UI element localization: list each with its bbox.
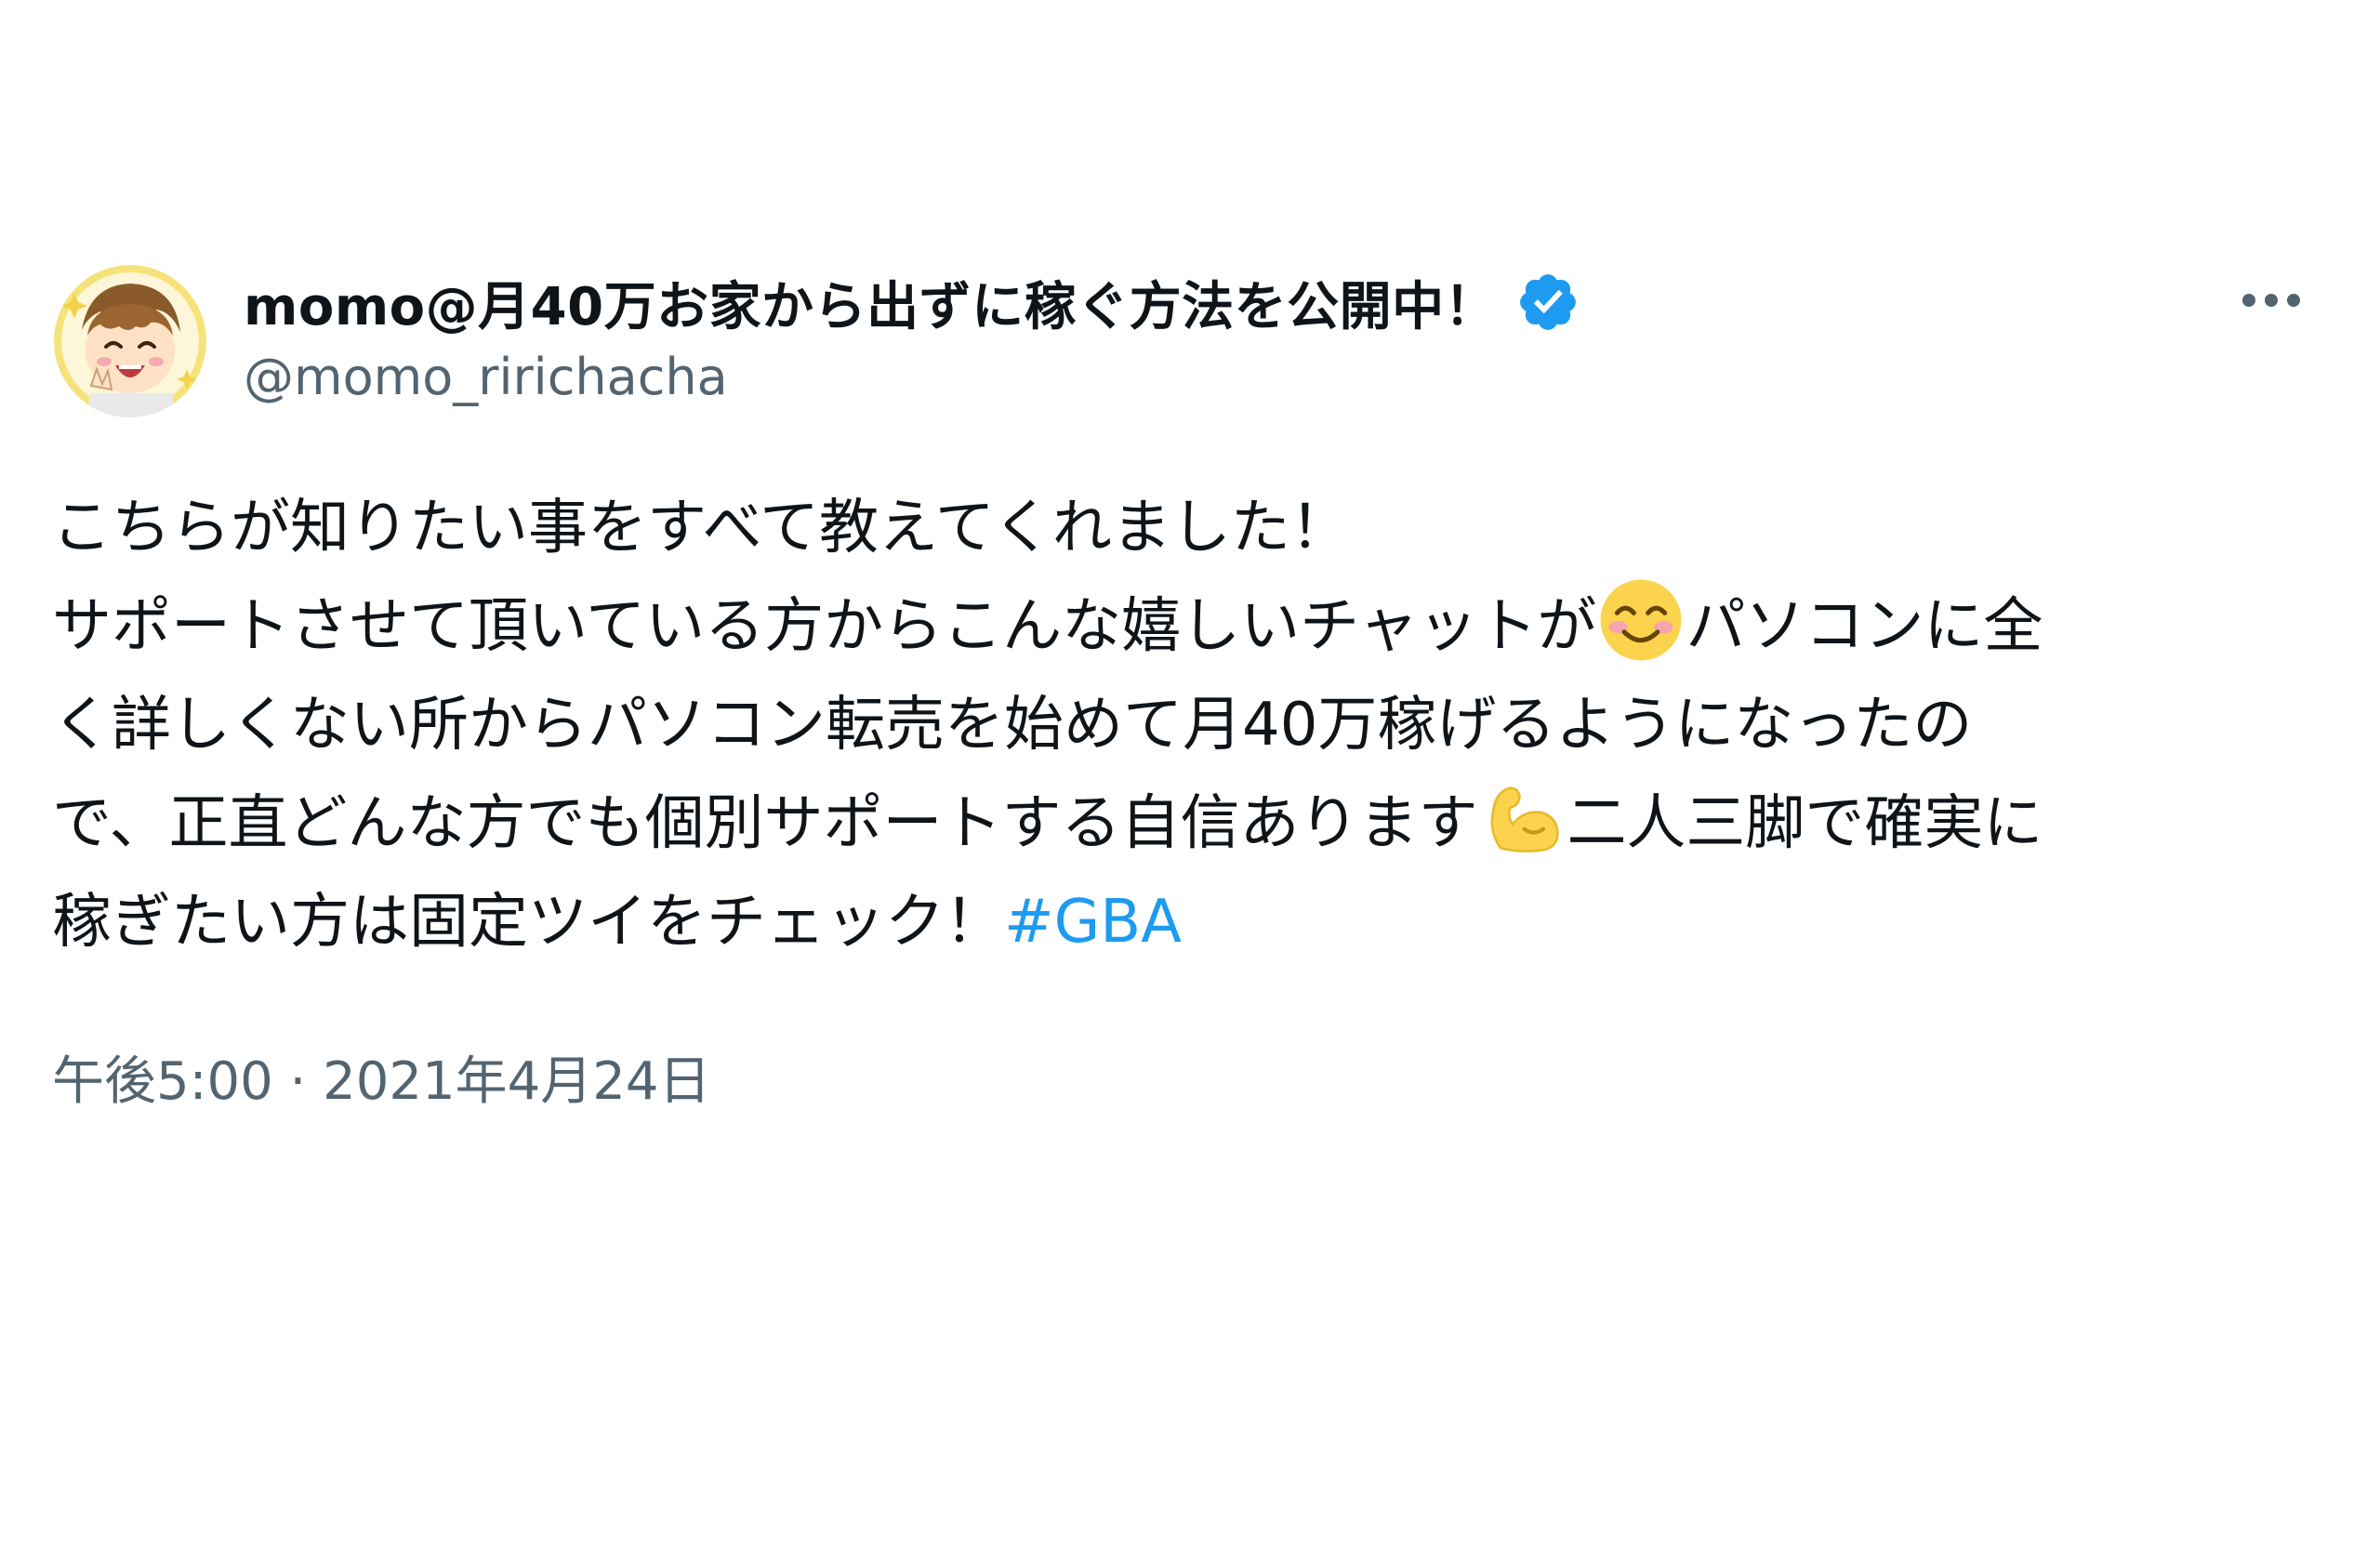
tweet-text-line: く詳しくない所からパソコン転売を始めて月40万稼げるようになったの bbox=[52, 676, 2339, 774]
smiling-face-emoji bbox=[1598, 577, 1684, 663]
avatar-illustration bbox=[54, 265, 206, 417]
tweet-text-line: で、正直どんな方でも個別サポートする自信あります 二人三脚で確実に bbox=[52, 774, 2339, 873]
tweet-text-line: こちらが知りたい事をすべて教えてくれました！ bbox=[52, 479, 2339, 577]
author-handle[interactable]: @momo_ririchacha bbox=[244, 348, 728, 406]
author-display-name[interactable]: momo@月40万お家から出ずに稼ぐ方法を公開中！ bbox=[244, 265, 1497, 340]
tweet-text-segment: こちらが知りたい事をすべて教えてくれました！ bbox=[52, 494, 1350, 562]
tweet-text-line: サポートさせて頂いている方からこんな嬉しいチャットが パソコンに全 bbox=[52, 577, 2339, 676]
more-options-button[interactable] bbox=[2229, 270, 2313, 331]
hashtag-link[interactable]: #GBA bbox=[1004, 888, 1182, 957]
tweet-text-segment: サポートさせて頂いている方からこんな嬉しいチャットが bbox=[52, 592, 1597, 661]
more-horizontal-icon bbox=[2242, 294, 2300, 307]
avatar[interactable] bbox=[54, 265, 206, 417]
tweet-text-segment: で、正直どんな方でも個別サポートする自信あります bbox=[52, 789, 1478, 858]
tweet-text-line: 稼ぎたい方は固定ツイをチェック！#GBA bbox=[52, 873, 2339, 971]
tweet-text-segment: パソコンに全 bbox=[1686, 592, 2043, 661]
verified-badge-icon bbox=[1515, 270, 1580, 335]
flexed-biceps-emoji bbox=[1479, 774, 1565, 860]
tweet-timestamp[interactable]: 午後5:00 · 2021年4月24日 bbox=[52, 1039, 711, 1115]
tweet-text-segment: く詳しくない所からパソコン転売を始めて月40万稼げるようになったの bbox=[52, 691, 1973, 760]
author-name-row[interactable]: momo@月40万お家から出ずに稼ぐ方法を公開中！ bbox=[244, 265, 1580, 339]
tweet-text: こちらが知りたい事をすべて教えてくれました！ サポートさせて頂いている方からこん… bbox=[52, 479, 2339, 971]
tweet-card: momo@月40万お家から出ずに稼ぐ方法を公開中！ @momo_ririchac… bbox=[0, 0, 2380, 1546]
tweet-text-segment: 稼ぎたい方は固定ツイをチェック！ bbox=[52, 888, 1004, 957]
tweet-text-segment: 二人三脚で確実に bbox=[1567, 789, 2043, 858]
